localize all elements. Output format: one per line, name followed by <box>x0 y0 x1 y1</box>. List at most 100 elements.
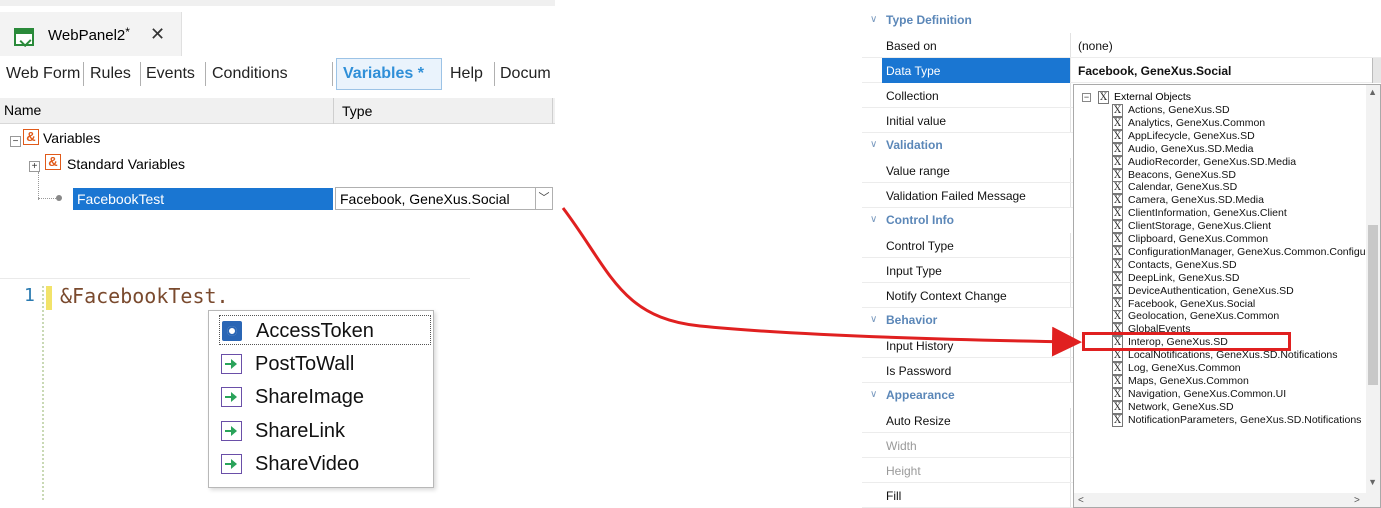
changed-line-marker <box>46 286 52 310</box>
type-list-item[interactable]: X Geolocation, GeneXus.Common <box>1112 310 1380 324</box>
external-object-icon: X <box>1112 194 1123 208</box>
tab-help[interactable]: Help <box>450 65 483 83</box>
code-line[interactable]: &FacebookTest. <box>60 284 229 308</box>
collapse-toggle[interactable]: − <box>1082 93 1091 102</box>
intellisense-item-accesstoken[interactable]: AccessToken <box>219 315 431 345</box>
type-list-item[interactable]: X DeepLink, GeneXus.SD <box>1112 271 1380 285</box>
chevron-down-icon[interactable]: ∨ <box>870 214 877 225</box>
tab-web-form[interactable]: Web Form <box>6 65 80 83</box>
type-list-item-label: NotificationParameters, GeneXus.SD.Notif… <box>1128 413 1362 426</box>
chevron-down-icon[interactable]: ﹀ <box>535 188 552 209</box>
type-list-item-label: Log, GeneXus.Common <box>1128 362 1241 374</box>
type-list-item[interactable]: X AudioRecorder, GeneXus.SD.Media <box>1112 155 1380 169</box>
column-header-type[interactable]: Type <box>342 103 372 119</box>
type-list-item[interactable]: X LocalNotifications, GeneXus.SD.Notifica… <box>1112 349 1380 363</box>
tab-events[interactable]: Events <box>146 65 195 83</box>
type-list-item-label: Maps, GeneXus.Common <box>1128 374 1249 387</box>
type-list-item[interactable]: X Navigation, GeneXus.Common.UI <box>1112 387 1380 401</box>
column-divider[interactable] <box>552 98 553 124</box>
scroll-down-icon[interactable]: ▼ <box>1368 477 1377 487</box>
type-list-item[interactable]: X Log, GeneXus.Common <box>1112 362 1380 375</box>
type-list-item[interactable]: X Calendar, GeneXus.SD <box>1112 181 1380 195</box>
property-name: Based on <box>886 39 937 53</box>
line-number: 1 <box>24 285 35 306</box>
scroll-left-icon[interactable]: < <box>1078 495 1084 506</box>
section-type-definition[interactable]: ∨ Type Definition <box>862 8 1381 33</box>
tab-rules[interactable]: Rules <box>90 65 131 83</box>
intellisense-item-sharelink[interactable]: ShareLink <box>219 416 431 446</box>
intellisense-popup: AccessToken PostToWall ShareImage ShareL… <box>208 310 434 488</box>
tree-node-variables[interactable]: Variables <box>43 130 100 146</box>
type-list-item[interactable]: X Actions, GeneXus.SD <box>1112 104 1380 117</box>
type-list-item-label: AppLifecycle, GeneXus.SD <box>1128 129 1255 142</box>
type-list-item[interactable]: X Network, GeneXus.SD <box>1112 400 1380 414</box>
type-list-item[interactable]: X ConfigurationManager, GeneXus.Common.Co… <box>1112 245 1380 259</box>
webpanel-icon <box>14 28 34 46</box>
type-list-item[interactable]: X Camera, GeneXus.SD.Media <box>1112 194 1380 208</box>
type-list-item[interactable]: X AppLifecycle, GeneXus.SD <box>1112 129 1380 143</box>
section-label: Appearance <box>886 388 955 402</box>
expand-toggle-standard-variables[interactable]: + <box>29 161 40 172</box>
tab-documentation[interactable]: Docum <box>500 65 551 83</box>
variable-type-combo[interactable]: Facebook, GeneXus.Social ﹀ <box>335 187 553 210</box>
intellisense-item-label: ShareLink <box>255 420 346 442</box>
horizontal-scrollbar[interactable]: < > <box>1074 493 1368 507</box>
variables-icon: & <box>23 129 39 145</box>
type-list-item[interactable]: X Maps, GeneXus.Common <box>1112 374 1380 388</box>
tab-separator <box>205 62 206 86</box>
tab-conditions[interactable]: Conditions <box>212 65 288 83</box>
column-header-name[interactable]: Name <box>4 102 41 118</box>
type-list-item[interactable]: X DeviceAuthentication, GeneXus.SD <box>1112 284 1380 298</box>
tab-separator <box>83 62 84 86</box>
type-list-item[interactable]: X Clipboard, GeneXus.Common <box>1112 233 1380 246</box>
collapse-toggle-variables[interactable]: − <box>10 136 21 147</box>
property-row-data-type[interactable]: Data Type Facebook, GeneXus.Social <box>862 58 1381 83</box>
intellisense-item-label: ShareVideo <box>255 453 360 475</box>
chevron-down-icon[interactable]: ∨ <box>870 314 877 325</box>
type-list-item-label: Actions, GeneXus.SD <box>1128 104 1230 116</box>
scrollbar-thumb[interactable] <box>1368 225 1378 385</box>
type-list-item-label: Network, GeneXus.SD <box>1128 400 1234 413</box>
external-object-icon: X <box>1112 245 1123 259</box>
external-object-icon: X <box>1112 233 1123 246</box>
intellisense-item-shareimage[interactable]: ShareImage <box>219 382 431 412</box>
document-tab-webpanel2[interactable]: WebPanel2* ✕ <box>0 12 182 58</box>
type-list-item-label: Beacons, GeneXus.SD <box>1128 168 1236 181</box>
property-name: Data Type <box>886 64 941 78</box>
method-icon <box>221 387 242 407</box>
chevron-down-icon[interactable]: ∨ <box>870 139 877 150</box>
tree-node-standard-variables[interactable]: Standard Variables <box>67 156 185 172</box>
intellisense-item-label: ShareImage <box>255 386 364 408</box>
type-list-item[interactable]: X Contacts, GeneXus.SD <box>1112 258 1380 272</box>
variable-row-selected[interactable]: FacebookTest <box>73 188 333 210</box>
property-name: Height <box>886 464 921 478</box>
intellisense-item-posttowall[interactable]: PostToWall <box>219 349 431 379</box>
document-tab-bar: WebPanel2* ✕ <box>0 0 555 58</box>
editor-gutter <box>42 286 44 500</box>
column-divider[interactable] <box>333 98 334 124</box>
intellisense-item-sharevideo[interactable]: ShareVideo <box>219 449 431 479</box>
chevron-down-icon[interactable]: ∨ <box>870 389 877 400</box>
vertical-scrollbar[interactable]: ▲ ▼ <box>1366 85 1380 507</box>
tab-variables[interactable]: Variables * <box>336 58 442 90</box>
method-icon <box>221 354 242 374</box>
tree-connector <box>38 172 39 200</box>
scroll-up-icon[interactable]: ▲ <box>1368 87 1377 97</box>
data-type-dropdown-list[interactable]: − X External Objects X Actions, GeneXus.S… <box>1073 84 1381 508</box>
type-list-item[interactable]: X Audio, GeneXus.SD.Media <box>1112 142 1380 156</box>
section-label: Validation <box>886 138 943 152</box>
document-tab-title: WebPanel2* <box>48 25 130 44</box>
scroll-right-icon[interactable]: > <box>1354 495 1360 506</box>
method-icon <box>221 454 242 474</box>
dropdown-button[interactable] <box>1372 58 1381 83</box>
type-list-item[interactable]: X ClientInformation, GeneXus.Client <box>1112 207 1380 221</box>
type-list-item[interactable]: X NotificationParameters, GeneXus.SD.Noti… <box>1112 413 1380 427</box>
type-list-item[interactable]: X Analytics, GeneXus.Common <box>1112 116 1380 130</box>
type-list-item[interactable]: X ClientStorage, GeneXus.Client <box>1112 220 1380 234</box>
type-list-item[interactable]: X Beacons, GeneXus.SD <box>1112 168 1380 182</box>
chevron-down-icon[interactable]: ∨ <box>870 14 877 25</box>
type-list-item[interactable]: X Facebook, GeneXus.Social <box>1112 297 1380 311</box>
property-name: Input Type <box>886 264 942 278</box>
property-row-based-on[interactable]: Based on (none) <box>862 33 1381 58</box>
close-icon[interactable]: ✕ <box>150 24 165 45</box>
